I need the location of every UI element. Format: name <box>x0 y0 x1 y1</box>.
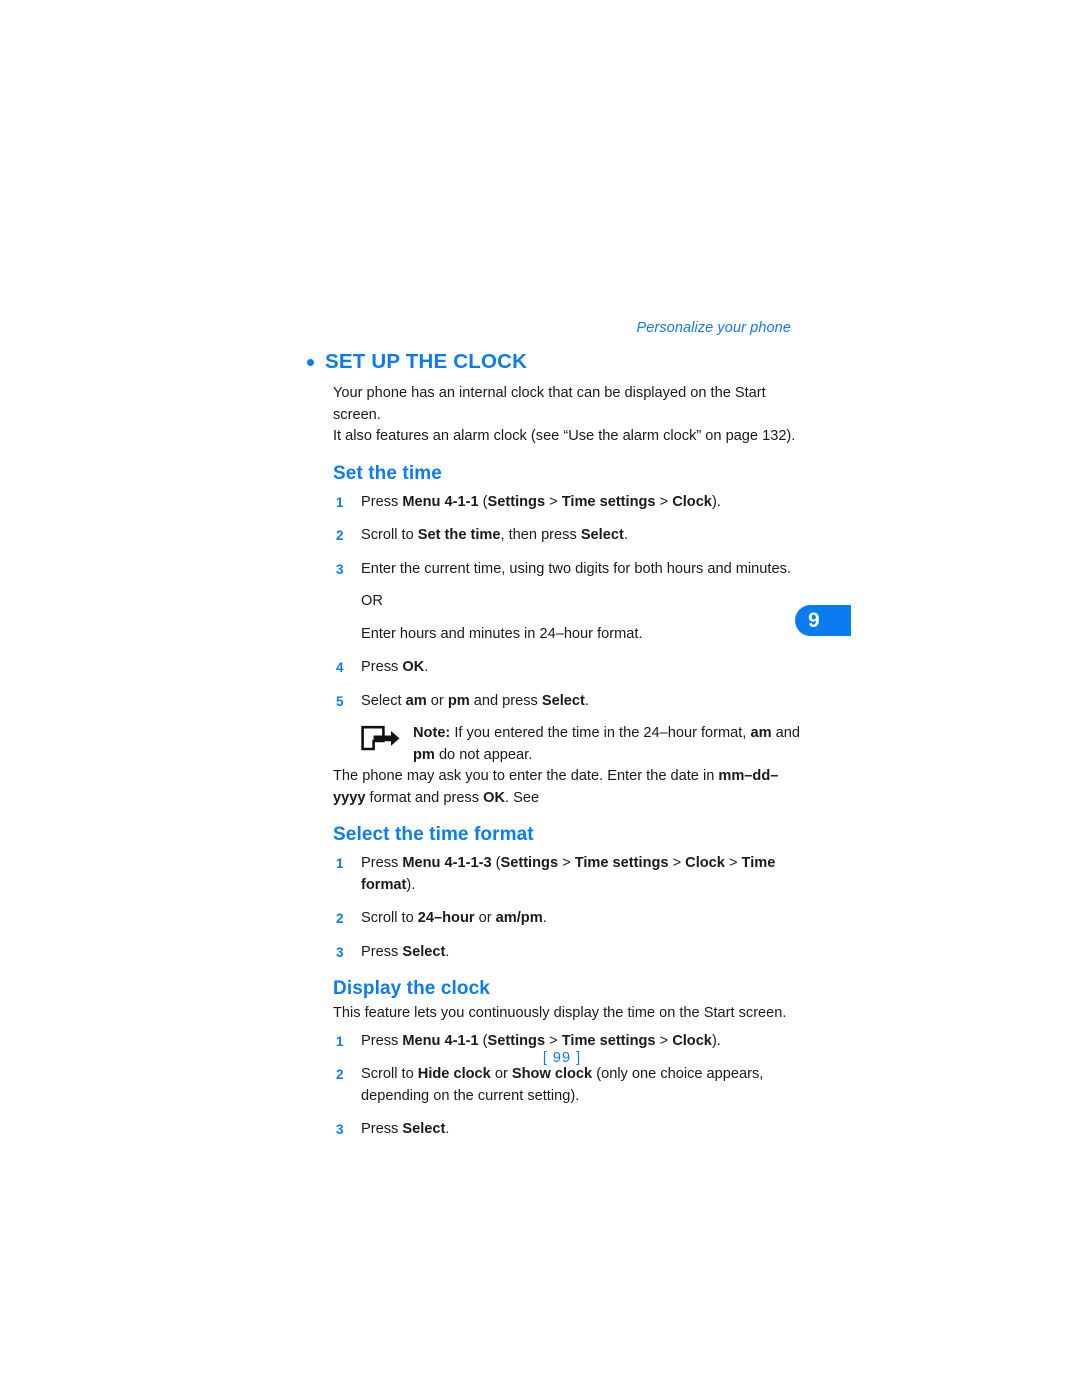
step-number: 3 <box>336 561 344 577</box>
step-number: 3 <box>336 1122 344 1137</box>
step-text: Press Select. <box>361 1121 450 1137</box>
step-item: 2 Scroll to 24–hour or am/pm. <box>333 908 807 930</box>
step-sub-paragraph: OR <box>361 593 383 609</box>
step-text: Enter the current time, using two digits… <box>361 560 791 577</box>
step-item: 4 Press OK. <box>333 657 807 679</box>
intro-line-2: It also features an alarm clock (see “Us… <box>333 428 796 444</box>
intro-line-1: Your phone has an internal clock that ca… <box>333 385 766 423</box>
step-item: 2 Scroll to Set the time, then press Sele… <box>333 525 807 547</box>
step-text: Scroll to Hide clock or Show clock (only… <box>361 1066 764 1104</box>
step-text: Scroll to Set the time, then press Selec… <box>361 527 628 543</box>
step-item: 2 Scroll to Hide clock or Show clock (onl… <box>333 1064 807 1107</box>
step-number: 2 <box>336 911 344 926</box>
step-item: 3 Press Select. <box>333 1119 807 1141</box>
running-header: Personalize your phone <box>636 320 791 336</box>
content-column: SET UP THE CLOCK Your phone has an inter… <box>307 350 807 1141</box>
steps-list-select-the-time-format: 1 Press Menu 4-1-1-3 (Settings > Time set… <box>333 853 807 963</box>
section-intro: Your phone has an internal clock that ca… <box>333 383 807 1141</box>
trailing-paragraph: The phone may ask you to enter the date.… <box>333 768 779 806</box>
page-title: SET UP THE CLOCK <box>307 350 807 374</box>
steps-list-display-the-clock: 1 Press Menu 4-1-1 (Settings > Time setti… <box>333 1031 807 1141</box>
display-the-clock-intro: This feature lets you continuously displ… <box>333 1005 787 1021</box>
subsection-title-select-the-time-format: Select the time format <box>333 824 534 845</box>
step-number: 1 <box>336 856 344 871</box>
step-sub-paragraph: Enter hours and minutes in 24–hour forma… <box>361 625 643 642</box>
step-text: Press Menu 4-1-1 (Settings > Time settin… <box>361 1032 721 1049</box>
step-item: 5 Select am or pm and press Select. <box>333 691 807 713</box>
note-arrow-icon <box>361 725 401 753</box>
step-item: 3 Enter the current time, using two digit… <box>333 559 807 646</box>
note-text: Note: If you entered the time in the 24–… <box>413 725 800 763</box>
subsection-title-set-the-time: Set the time <box>333 462 442 484</box>
subsection-title-display-the-clock: Display the clock <box>333 978 490 999</box>
page-title-label: SET UP THE CLOCK <box>325 350 528 373</box>
page-number: [ 99 ] <box>542 1050 582 1066</box>
step-item: 1 Press Menu 4-1-1 (Settings > Time setti… <box>333 492 807 514</box>
step-text: Press Menu 4-1-1-3 (Settings > Time sett… <box>361 855 776 893</box>
step-item: 1 Press Menu 4-1-1 (Settings > Time setti… <box>333 1031 807 1053</box>
step-number: 4 <box>336 660 344 675</box>
step-number: 1 <box>336 1033 344 1049</box>
step-number: 5 <box>336 693 344 709</box>
step-number: 1 <box>336 494 344 510</box>
step-number: 2 <box>336 528 344 543</box>
step-text: Press Select. <box>361 943 450 960</box>
step-text: Press Menu 4-1-1 (Settings > Time settin… <box>361 493 721 510</box>
step-text: Scroll to 24–hour or am/pm. <box>361 910 547 926</box>
document-page: Personalize your phone 9 SET UP THE CLOC… <box>0 0 1080 1397</box>
step-number: 3 <box>336 944 344 960</box>
step-text: Select am or pm and press Select. <box>361 692 589 709</box>
bullet-icon <box>307 358 314 366</box>
step-text: Press OK. <box>361 659 429 675</box>
steps-list-set-the-time: 1 Press Menu 4-1-1 (Settings > Time setti… <box>333 492 807 713</box>
step-item: 1 Press Menu 4-1-1-3 (Settings > Time set… <box>333 853 807 896</box>
step-item: 3 Press Select. <box>333 942 807 964</box>
note-callout: Note: If you entered the time in the 24–… <box>361 723 807 766</box>
step-number: 2 <box>336 1067 344 1082</box>
intro-paragraph: Your phone has an internal clock that ca… <box>333 383 807 448</box>
